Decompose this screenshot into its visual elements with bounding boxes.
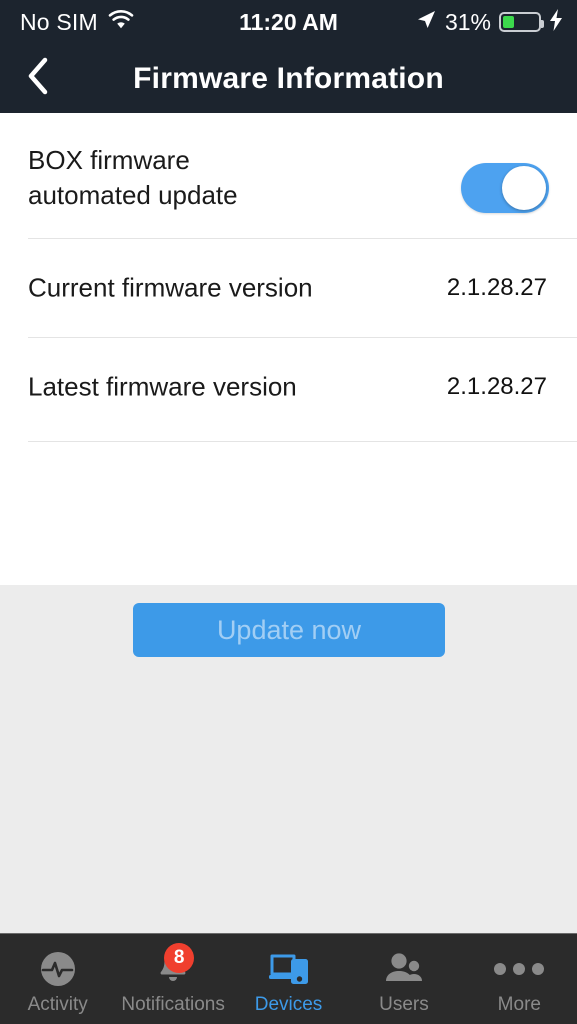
latest-version-label: Latest firmware version: [28, 371, 297, 401]
automated-update-label: BOX firmware automated update: [28, 143, 238, 213]
nav-bar: Firmware Information: [0, 44, 577, 113]
latest-version-value: 2.1.28.27: [446, 372, 547, 400]
notifications-badge: 8: [164, 942, 195, 973]
location-arrow-icon: [415, 9, 437, 36]
page-title: Firmware Information: [133, 61, 444, 95]
row-automated-update: BOX firmware automated update: [0, 113, 577, 238]
tab-users-label: Users: [379, 993, 429, 1015]
tab-devices[interactable]: Devices: [231, 934, 346, 1024]
tab-more-label: More: [497, 993, 541, 1015]
update-now-button[interactable]: Update now: [133, 603, 445, 657]
tab-notifications[interactable]: 8 Notifications: [115, 934, 230, 1024]
firmware-settings-card: BOX firmware automated update Current fi…: [0, 113, 577, 657]
devices-laptop-phone-icon: [266, 949, 312, 989]
automated-update-toggle[interactable]: [461, 163, 549, 213]
tab-more[interactable]: More: [462, 934, 577, 1024]
status-bar: No SIM 11:20 AM 31%: [0, 0, 577, 44]
tab-bar: Activity 8 Notifications Devices Users M…: [0, 933, 577, 1024]
row-current-version: Current firmware version 2.1.28.27: [0, 238, 577, 337]
battery-icon: [499, 12, 544, 32]
automated-update-label-line2: automated update: [28, 180, 238, 210]
battery-percent-label: 31%: [444, 8, 491, 35]
lightning-bolt-icon: [549, 8, 563, 36]
current-version-value: 2.1.28.27: [446, 273, 547, 301]
toggle-knob: [502, 166, 546, 210]
tab-activity[interactable]: Activity: [0, 934, 115, 1024]
status-bar-right: 31%: [415, 8, 563, 36]
tab-users[interactable]: Users: [346, 934, 461, 1024]
ellipsis-icon: [494, 949, 545, 989]
bell-icon: 8: [150, 942, 196, 989]
row-latest-version: Latest firmware version 2.1.28.27: [0, 337, 577, 436]
tab-devices-label: Devices: [254, 993, 323, 1015]
divider: [28, 441, 577, 442]
activity-pulse-icon: [35, 949, 81, 989]
automated-update-label-line1: BOX firmware: [28, 145, 190, 175]
current-version-label: Current firmware version: [28, 272, 313, 302]
tab-activity-label: Activity: [27, 993, 88, 1015]
tab-notifications-label: Notifications: [121, 993, 225, 1015]
users-icon: [381, 949, 427, 989]
